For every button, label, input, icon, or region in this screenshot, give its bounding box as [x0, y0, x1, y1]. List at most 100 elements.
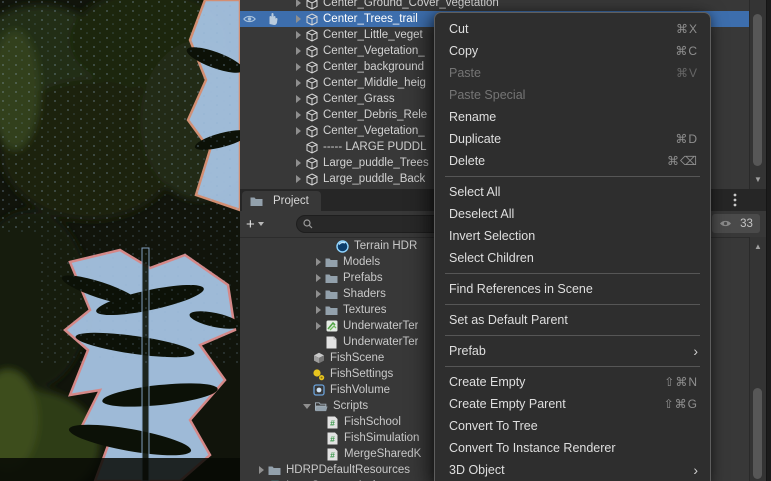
terrain-layer-icon — [325, 320, 338, 333]
hierarchy-item-label: Center_Trees_trail — [323, 13, 418, 25]
menu-separator — [445, 176, 700, 177]
cube-icon — [305, 60, 318, 74]
menu-item[interactable]: Invert Selection — [435, 225, 710, 247]
scroll-down-button[interactable]: ▼ — [750, 172, 766, 186]
hierarchy-row[interactable]: Center_Ground_Cover_vegetation — [240, 0, 750, 11]
menu-item[interactable]: Create Empty ⇧⌘N — [435, 371, 710, 393]
hierarchy-item-label: Center_Middle_heig — [323, 77, 426, 89]
menu-item[interactable]: Convert To Tree — [435, 415, 710, 437]
menu-separator — [445, 304, 700, 305]
tab-project-label: Project — [273, 195, 309, 207]
eye-icon[interactable] — [243, 12, 256, 25]
hierarchy-item-label: Large_puddle_Back — [323, 173, 426, 185]
expand-arrow-icon[interactable] — [316, 322, 321, 330]
menu-item[interactable]: Rename — [435, 106, 710, 128]
menu-item[interactable]: Convert To Instance Renderer — [435, 437, 710, 459]
cube-icon — [305, 92, 318, 106]
project-item-label: FishSchool — [344, 416, 401, 428]
menu-item-label: Duplicate — [449, 132, 502, 146]
script-icon: # — [326, 432, 339, 445]
svg-text:#: # — [330, 434, 335, 444]
hand-icon[interactable] — [266, 12, 279, 25]
svg-text:#: # — [330, 418, 335, 428]
menu-item-label: Copy — [449, 44, 479, 58]
cube-icon — [305, 140, 318, 154]
expand-arrow-icon[interactable] — [296, 111, 301, 119]
add-asset-button[interactable]: + — [246, 217, 264, 232]
expand-arrow-icon[interactable] — [296, 0, 301, 7]
cube-icon — [305, 76, 318, 90]
expand-arrow-icon[interactable] — [259, 466, 264, 474]
folder-icon — [325, 288, 338, 301]
project-scrollbar[interactable]: ▲ — [749, 237, 766, 481]
scene-view[interactable] — [0, 0, 260, 481]
menu-item-label: Create Empty — [449, 375, 526, 389]
chevron-down-icon — [257, 222, 264, 226]
project-item-label: Models — [343, 256, 381, 268]
expand-arrow-icon[interactable] — [296, 159, 301, 167]
menu-item-label: Cut — [449, 22, 469, 36]
expand-arrow-icon[interactable] — [296, 79, 301, 87]
menu-item-label: Create Empty Parent — [449, 397, 566, 411]
menu-item-shortcut: ⌘⌫ — [667, 154, 698, 168]
expand-arrow-icon[interactable] — [296, 31, 301, 39]
menu-item-shortcut: ⇧⌘G — [663, 397, 698, 411]
plus-icon: + — [246, 215, 255, 233]
scroll-up-button[interactable]: ▲ — [750, 239, 766, 253]
menu-item-label: Deselect All — [449, 207, 515, 221]
menu-separator — [445, 273, 700, 274]
context-menu: Cut ⌘X Copy ⌘C Paste ⌘V Paste Special Rename Dup… — [434, 12, 711, 481]
expand-arrow-icon[interactable] — [296, 95, 301, 103]
folder-icon — [325, 272, 338, 285]
cube-icon — [305, 156, 318, 170]
menu-item[interactable]: Deselect All — [435, 203, 710, 225]
menu-item[interactable]: Set as Default Parent — [435, 309, 710, 331]
eye-icon — [719, 219, 732, 228]
scene-icon — [312, 352, 325, 365]
expand-arrow-icon[interactable] — [316, 274, 321, 282]
menu-item-shortcut: ⇧⌘N — [664, 375, 698, 389]
settings-icon — [312, 368, 325, 381]
kebab-menu-icon[interactable] — [728, 193, 741, 207]
menu-item[interactable]: Create Empty Parent ⇧⌘G — [435, 393, 710, 415]
expand-arrow-icon[interactable] — [296, 175, 301, 183]
project-item-label: Prefabs — [343, 272, 383, 284]
menu-item[interactable]: Prefab › — [435, 340, 710, 362]
expand-arrow-icon[interactable] — [316, 290, 321, 298]
menu-item[interactable]: Delete ⌘⌫ — [435, 150, 710, 172]
expand-arrow-icon[interactable] — [296, 15, 301, 23]
menu-item-shortcut: ⌘X — [675, 22, 698, 36]
tab-project[interactable]: Project — [242, 191, 321, 211]
folder-icon — [325, 304, 338, 317]
expand-arrow-icon[interactable] — [316, 258, 321, 266]
expand-arrow-icon[interactable] — [296, 47, 301, 55]
cube-icon — [305, 28, 318, 42]
menu-item[interactable]: 3D Object › — [435, 459, 710, 481]
unity-editor-window: Center_Ground_Cover_vegetation Center_Tre… — [0, 0, 771, 481]
neighbor-panel-edge — [767, 0, 771, 481]
menu-item-label: Delete — [449, 154, 486, 168]
menu-item[interactable]: Select All — [435, 181, 710, 203]
hierarchy-scrollbar[interactable]: ▼ — [749, 0, 766, 189]
menu-item[interactable]: Cut ⌘X — [435, 18, 710, 40]
visibility-gutter — [243, 12, 284, 25]
hidden-count-toggle[interactable]: 33 — [712, 214, 760, 233]
hidden-count-value: 33 — [740, 217, 753, 230]
project-item-label: Textures — [343, 304, 387, 316]
menu-item[interactable]: Copy ⌘C — [435, 40, 710, 62]
collapse-arrow-icon[interactable] — [303, 403, 311, 409]
menu-item[interactable]: Duplicate ⌘D — [435, 128, 710, 150]
menu-item[interactable]: Select Children — [435, 247, 710, 269]
menu-item-label: Select All — [449, 185, 501, 199]
expand-arrow-icon[interactable] — [316, 306, 321, 314]
hierarchy-item-label: Center_background — [323, 61, 425, 73]
expand-arrow-icon[interactable] — [296, 63, 301, 71]
volume-icon — [312, 384, 325, 397]
hierarchy-item-label: Center_Debris_Rele — [323, 109, 428, 121]
project-item-label: MergeSharedK — [344, 448, 422, 460]
menu-item[interactable]: Find References in Scene — [435, 278, 710, 300]
hierarchy-item-label: ----- LARGE PUDDL — [323, 141, 427, 153]
cube-icon — [305, 0, 318, 10]
project-item-label: FishSimulation — [344, 432, 420, 444]
expand-arrow-icon[interactable] — [296, 127, 301, 135]
